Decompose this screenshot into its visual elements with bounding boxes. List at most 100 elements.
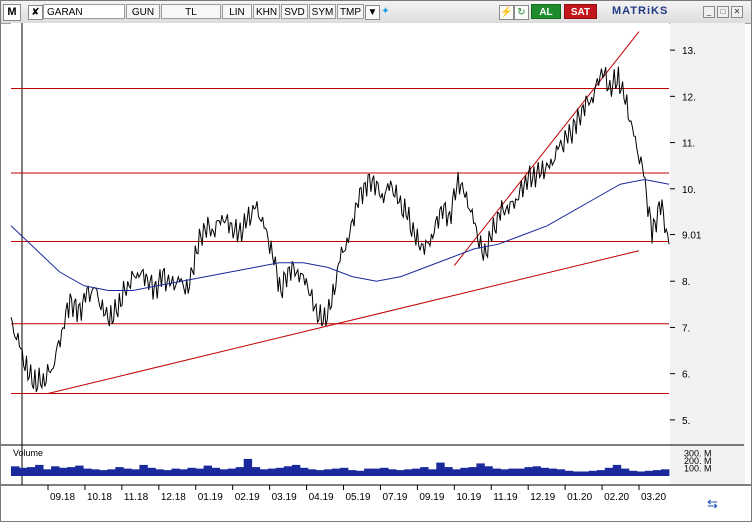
volume-bar bbox=[636, 471, 646, 476]
volume-bar bbox=[580, 471, 590, 476]
volume-bar bbox=[83, 468, 92, 476]
volume-bar bbox=[404, 469, 413, 476]
volume-bar bbox=[476, 463, 485, 476]
volume-bar bbox=[356, 470, 365, 476]
volume-label: Volume bbox=[13, 448, 43, 458]
y-tick-label: 6. bbox=[682, 370, 690, 381]
brand-logo: MATRiKS bbox=[612, 5, 669, 17]
volume-bar bbox=[123, 468, 132, 476]
volume-bar bbox=[388, 469, 397, 476]
volume-bar bbox=[324, 469, 333, 476]
volume-bar bbox=[147, 467, 156, 476]
volume-bar bbox=[420, 467, 429, 476]
volume-bar bbox=[195, 468, 204, 476]
volume-bar bbox=[51, 466, 60, 476]
chevron-down-icon[interactable]: ▼ bbox=[365, 5, 380, 20]
volume-bar bbox=[27, 467, 36, 476]
volume-bar bbox=[11, 466, 20, 476]
volume-bar bbox=[604, 467, 614, 476]
volume-bar bbox=[267, 468, 277, 476]
currency-button[interactable]: TL bbox=[161, 4, 221, 19]
volume-bar bbox=[348, 470, 357, 476]
volume-bar bbox=[620, 468, 630, 476]
svd-button[interactable]: SVD bbox=[281, 4, 308, 19]
volume-bar bbox=[235, 467, 245, 476]
volume-bar bbox=[492, 468, 501, 476]
volume-bar bbox=[139, 464, 148, 476]
x-tick-label: 07.19 bbox=[382, 492, 407, 503]
period-button[interactable]: GUN bbox=[126, 4, 160, 19]
sell-button[interactable]: SAT bbox=[564, 4, 597, 19]
tmp-button[interactable]: TMP bbox=[337, 4, 364, 19]
volume-bar bbox=[661, 469, 670, 476]
volume-bar bbox=[556, 469, 566, 476]
scale-button[interactable]: LIN bbox=[222, 4, 252, 19]
volume-bar bbox=[131, 469, 140, 476]
volume-bar bbox=[275, 467, 285, 476]
volume-bar bbox=[259, 469, 269, 476]
twitter-icon[interactable]: ✦ bbox=[379, 5, 392, 18]
chart-window: M ✘ GARAN GUN TL LIN KHN SVD SYM TMP ▼ ✦… bbox=[0, 0, 752, 522]
volume-bar bbox=[588, 470, 598, 476]
volume-bar bbox=[468, 467, 477, 476]
x-tick-label: 03.19 bbox=[272, 492, 297, 503]
sym-button[interactable]: SYM bbox=[309, 4, 336, 19]
close-icon[interactable]: ✕ bbox=[731, 6, 743, 18]
volume-bar bbox=[500, 469, 509, 476]
y-tick-label: 10. bbox=[682, 185, 696, 196]
volume-bar bbox=[484, 466, 493, 476]
x-tick-label: 05.19 bbox=[346, 492, 371, 503]
volume-bar bbox=[59, 467, 68, 476]
x-tick-label: 11.19 bbox=[493, 492, 518, 503]
volume-bar bbox=[219, 469, 228, 476]
x-tick-label: 10.19 bbox=[456, 492, 481, 503]
volume-bar bbox=[340, 467, 349, 476]
y-tick-label: 8. bbox=[682, 277, 690, 288]
y-tick-label: 7. bbox=[682, 323, 690, 334]
volume-bar bbox=[67, 467, 76, 476]
x-tick-label: 09.18 bbox=[50, 492, 75, 503]
volume-bar bbox=[436, 462, 445, 476]
x-tick-label: 04.19 bbox=[309, 492, 334, 503]
price-chart[interactable]: 5.6.7.8.9.0110.11.12.13.Volume 300. M200.… bbox=[1, 23, 751, 521]
volume-bar bbox=[99, 470, 108, 476]
volume-bar bbox=[372, 468, 381, 476]
x-tick-label: 02.19 bbox=[235, 492, 260, 503]
volume-bar bbox=[428, 469, 437, 476]
plot-area bbox=[11, 23, 669, 445]
refresh-icon[interactable]: ↻ bbox=[514, 5, 529, 20]
app-logo[interactable]: M bbox=[3, 4, 21, 21]
volume-bar bbox=[508, 468, 517, 476]
volume-bar bbox=[155, 469, 164, 476]
volume-bar bbox=[203, 465, 212, 476]
buy-button[interactable]: AL bbox=[531, 4, 561, 19]
maximize-icon[interactable]: □ bbox=[717, 6, 729, 18]
volume-bar bbox=[364, 468, 373, 476]
x-tick-label: 12.18 bbox=[161, 492, 186, 503]
khn-button[interactable]: KHN bbox=[253, 4, 280, 19]
volume-bar bbox=[35, 464, 44, 476]
volume-bar bbox=[532, 466, 541, 476]
volume-bar bbox=[460, 467, 469, 476]
volume-bar bbox=[179, 469, 188, 476]
minimize-icon[interactable]: _ bbox=[703, 6, 715, 18]
x-tick-label: 10.18 bbox=[87, 492, 112, 503]
x-tick-label: 01.20 bbox=[567, 492, 592, 503]
volume-bar bbox=[396, 470, 405, 476]
symbol-input[interactable]: GARAN bbox=[43, 4, 125, 19]
volume-bar bbox=[91, 469, 100, 476]
y-tick-label: 9.01 bbox=[682, 231, 702, 242]
x-tick-label: 12.19 bbox=[530, 492, 555, 503]
volume-bar bbox=[163, 470, 172, 476]
sync-icon[interactable]: ⇆ bbox=[707, 496, 718, 511]
volume-bar bbox=[115, 467, 124, 476]
volume-bar bbox=[251, 467, 261, 476]
volume-bar bbox=[444, 467, 453, 476]
tools-icon[interactable]: ✘ bbox=[28, 5, 43, 20]
volume-bar bbox=[452, 469, 461, 476]
volume-bar bbox=[564, 470, 574, 476]
y-tick-label: 11. bbox=[682, 139, 695, 150]
volume-bar bbox=[107, 469, 116, 476]
x-tick-label: 09.19 bbox=[419, 492, 444, 503]
lightning-icon[interactable]: ⚡ bbox=[499, 5, 514, 20]
